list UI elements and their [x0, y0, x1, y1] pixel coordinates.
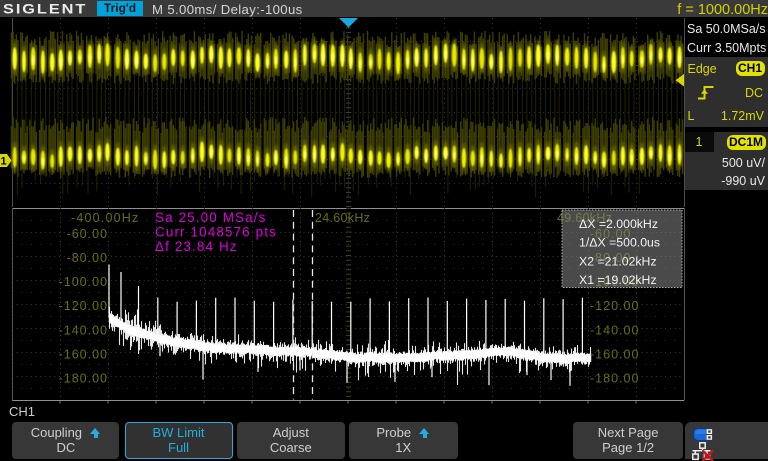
svg-text:-400.00Hz: -400.00Hz	[71, 211, 139, 225]
svg-text:Δf 23.84 Hz: Δf 23.84 Hz	[155, 239, 238, 254]
svg-text:X1 =19.02kHz: X1 =19.02kHz	[579, 273, 657, 287]
svg-text:-160.00: -160.00	[59, 347, 108, 361]
svg-text:-160.00: -160.00	[590, 347, 639, 361]
svg-text:-80.00: -80.00	[67, 251, 108, 265]
svg-text:X2 =21.02kHz: X2 =21.02kHz	[579, 254, 657, 268]
svg-text:-60.00: -60.00	[67, 227, 108, 241]
svg-text:-100.00: -100.00	[59, 275, 108, 289]
svg-text:-140.00: -140.00	[590, 323, 639, 337]
svg-text:-120.00: -120.00	[59, 299, 108, 313]
svg-text:1: 1	[0, 156, 6, 168]
svg-text:-140.00: -140.00	[59, 323, 108, 337]
svg-text:-180.00: -180.00	[590, 371, 639, 385]
svg-text:-120.00: -120.00	[590, 299, 639, 313]
svg-text:ΔX =2.000kHz: ΔX =2.000kHz	[579, 217, 658, 231]
svg-text:Curr 1048576 pts: Curr 1048576 pts	[155, 225, 277, 240]
svg-text:24.60kHz: 24.60kHz	[315, 211, 370, 225]
svg-text:Sa 25.00 MSa/s: Sa 25.00 MSa/s	[155, 210, 266, 225]
svg-text:1/ΔX =500.0us: 1/ΔX =500.0us	[579, 236, 660, 250]
svg-text:-180.00: -180.00	[59, 371, 108, 385]
